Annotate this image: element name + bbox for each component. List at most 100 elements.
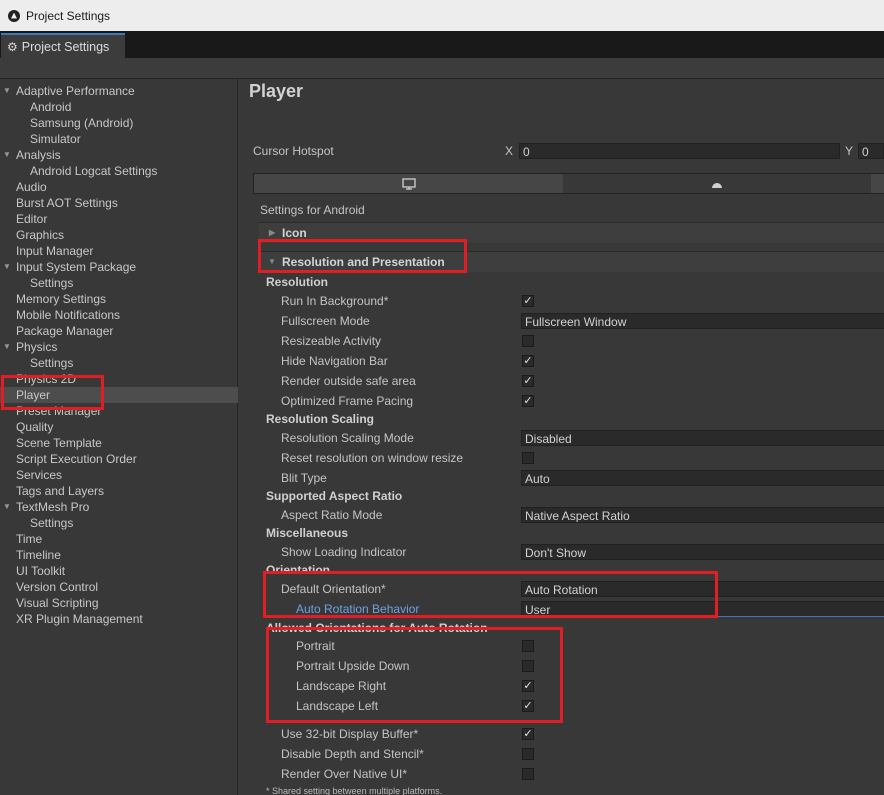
sidebar-item-label: Preset Manager [16, 404, 102, 418]
sidebar-item-label: Script Execution Order [16, 452, 137, 466]
sidebar-item[interactable]: Android Logcat Settings [0, 163, 238, 179]
portrait-checkbox[interactable] [522, 640, 534, 652]
sidebar-item[interactable]: Package Manager [0, 323, 238, 339]
sidebar-item[interactable]: Visual Scripting [0, 595, 238, 611]
sidebar-item[interactable]: Editor [0, 211, 238, 227]
sidebar-item[interactable]: Services [0, 467, 238, 483]
allowed-orientations-heading: Allowed Orientations for Auto Rotation [266, 621, 488, 635]
use-32bit-buffer-checkbox[interactable]: ✓ [522, 728, 534, 740]
resizeable-activity-checkbox[interactable] [522, 335, 534, 347]
sidebar-item-label: Physics 2D [16, 372, 77, 386]
sidebar-item-label: Version Control [16, 580, 99, 594]
sidebar-item-label: Services [16, 468, 63, 482]
portrait-upside-down-checkbox[interactable] [522, 660, 534, 672]
sidebar-item[interactable]: Burst AOT Settings [0, 195, 238, 211]
gear-icon: ⚙ [7, 39, 18, 54]
sidebar-item[interactable]: Mobile Notifications [0, 307, 238, 323]
reset-resolution-checkbox[interactable] [522, 452, 534, 464]
sidebar-item[interactable]: Settings [0, 275, 238, 291]
sidebar-item[interactable]: Input Manager [0, 243, 238, 259]
sidebar-item-label: Tags and Layers [16, 484, 105, 498]
sidebar-item[interactable]: ▼ Adaptive Performance [0, 83, 238, 99]
sidebar-item-label: XR Plugin Management [16, 612, 143, 626]
expand-arrow-icon[interactable]: ▼ [3, 259, 11, 275]
expand-arrow-icon[interactable]: ▼ [3, 499, 11, 515]
sidebar-item[interactable]: Version Control [0, 579, 238, 595]
sidebar-item-label: Settings [30, 276, 74, 290]
platform-tabs [253, 173, 884, 194]
disable-depth-stencil-label: Disable Depth and Stencil* [281, 747, 424, 761]
tab-project-settings[interactable]: ⚙ Project Settings [1, 33, 125, 58]
render-outside-safe-area-checkbox[interactable]: ✓ [522, 375, 534, 387]
sidebar-item-label: Burst AOT Settings [16, 196, 118, 210]
sidebar-item[interactable]: Graphics [0, 227, 238, 243]
resolution-scaling-heading: Resolution Scaling [266, 412, 375, 426]
disable-depth-stencil-checkbox[interactable] [522, 748, 534, 760]
sidebar-item[interactable]: Simulator [0, 131, 238, 147]
sidebar-item[interactable]: Physics 2D [0, 371, 238, 387]
sidebar-item[interactable]: Time [0, 531, 238, 547]
aspect-ratio-mode-dropdown[interactable]: Native Aspect Ratio [521, 507, 884, 523]
render-over-native-ui-checkbox[interactable] [522, 768, 534, 780]
aspect-ratio-mode-label: Aspect Ratio Mode [281, 508, 383, 522]
sidebar-item[interactable]: Audio [0, 179, 238, 195]
reset-resolution-label: Reset resolution on window resize [281, 451, 464, 465]
sidebar-item[interactable]: Preset Manager [0, 403, 238, 419]
landscape-right-checkbox[interactable]: ✓ [522, 680, 534, 692]
landscape-left-label: Landscape Left [296, 699, 379, 713]
sidebar-item[interactable]: Settings [0, 355, 238, 371]
sidebar-item[interactable]: Script Execution Order [0, 451, 238, 467]
sidebar-item[interactable]: UI Toolkit [0, 563, 238, 579]
hide-navigation-bar-checkbox[interactable]: ✓ [522, 355, 534, 367]
sidebar-item-label: Settings [30, 516, 74, 530]
icon-section-header[interactable]: ▶ Icon [259, 222, 884, 243]
auto-rotation-behavior-dropdown[interactable]: User [521, 601, 884, 617]
optimized-frame-pacing-checkbox[interactable]: ✓ [522, 395, 534, 407]
sidebar-item[interactable]: ▼ Analysis [0, 147, 238, 163]
tab-android[interactable] [563, 174, 871, 193]
expand-arrow-icon[interactable]: ▼ [3, 147, 11, 163]
sidebar-item[interactable]: Settings [0, 515, 238, 531]
tab-standalone[interactable] [254, 174, 563, 193]
sidebar-item[interactable]: Quality [0, 419, 238, 435]
sidebar-item-label: Audio [16, 180, 47, 194]
hide-navigation-bar-label: Hide Navigation Bar [281, 354, 388, 368]
sidebar-item-label: Editor [16, 212, 48, 226]
sidebar-item[interactable]: ▼ Input System Package [0, 259, 238, 275]
expand-arrow-icon[interactable]: ▼ [3, 339, 11, 355]
show-loading-indicator-dropdown[interactable]: Don't Show [521, 544, 884, 560]
sidebar-item[interactable]: XR Plugin Management [0, 611, 238, 627]
sidebar-item-label: Input Manager [16, 244, 94, 258]
sidebar-item[interactable]: Scene Template [0, 435, 238, 451]
sidebar-item-label: Package Manager [16, 324, 114, 338]
sidebar-item-label: Graphics [16, 228, 65, 242]
landscape-left-checkbox[interactable]: ✓ [522, 700, 534, 712]
aspect-ratio-heading: Supported Aspect Ratio [266, 489, 403, 503]
sidebar-item-label: Analysis [16, 148, 61, 162]
resolution-scaling-mode-dropdown[interactable]: Disabled [521, 430, 884, 446]
sidebar-item[interactable]: Player [0, 387, 238, 403]
cursor-hotspot-y-field[interactable]: 0 [858, 143, 884, 159]
sidebar-item[interactable]: ▼ Physics [0, 339, 238, 355]
sidebar-item[interactable]: Timeline [0, 547, 238, 563]
expand-arrow-icon[interactable]: ▼ [3, 83, 11, 99]
unity-logo-icon [8, 9, 20, 22]
sidebar-item[interactable]: Tags and Layers [0, 483, 238, 499]
blit-type-dropdown[interactable]: Auto [521, 470, 884, 486]
fullscreen-mode-label: Fullscreen Mode [281, 314, 370, 328]
portrait-label: Portrait [296, 639, 335, 653]
sidebar-item[interactable]: Android [0, 99, 238, 115]
sidebar-item-label: Simulator [30, 132, 81, 146]
sidebar-item-label: UI Toolkit [16, 564, 66, 578]
sidebar-item[interactable]: Samsung (Android) [0, 115, 238, 131]
cursor-hotspot-x-field[interactable]: 0 [519, 143, 840, 159]
default-orientation-dropdown[interactable]: Auto Rotation [521, 581, 884, 597]
fullscreen-mode-dropdown[interactable]: Fullscreen Window [521, 313, 884, 329]
sidebar-item[interactable]: ▼ TextMesh Pro [0, 499, 238, 515]
resolution-section-header[interactable]: ▼ Resolution and Presentation [259, 251, 884, 272]
resizeable-activity-label: Resizeable Activity [281, 334, 382, 348]
sidebar-item[interactable]: Memory Settings [0, 291, 238, 307]
run-in-background-checkbox[interactable]: ✓ [522, 295, 534, 307]
orientation-heading: Orientation [266, 563, 331, 577]
run-in-background-label: Run In Background* [281, 294, 389, 308]
